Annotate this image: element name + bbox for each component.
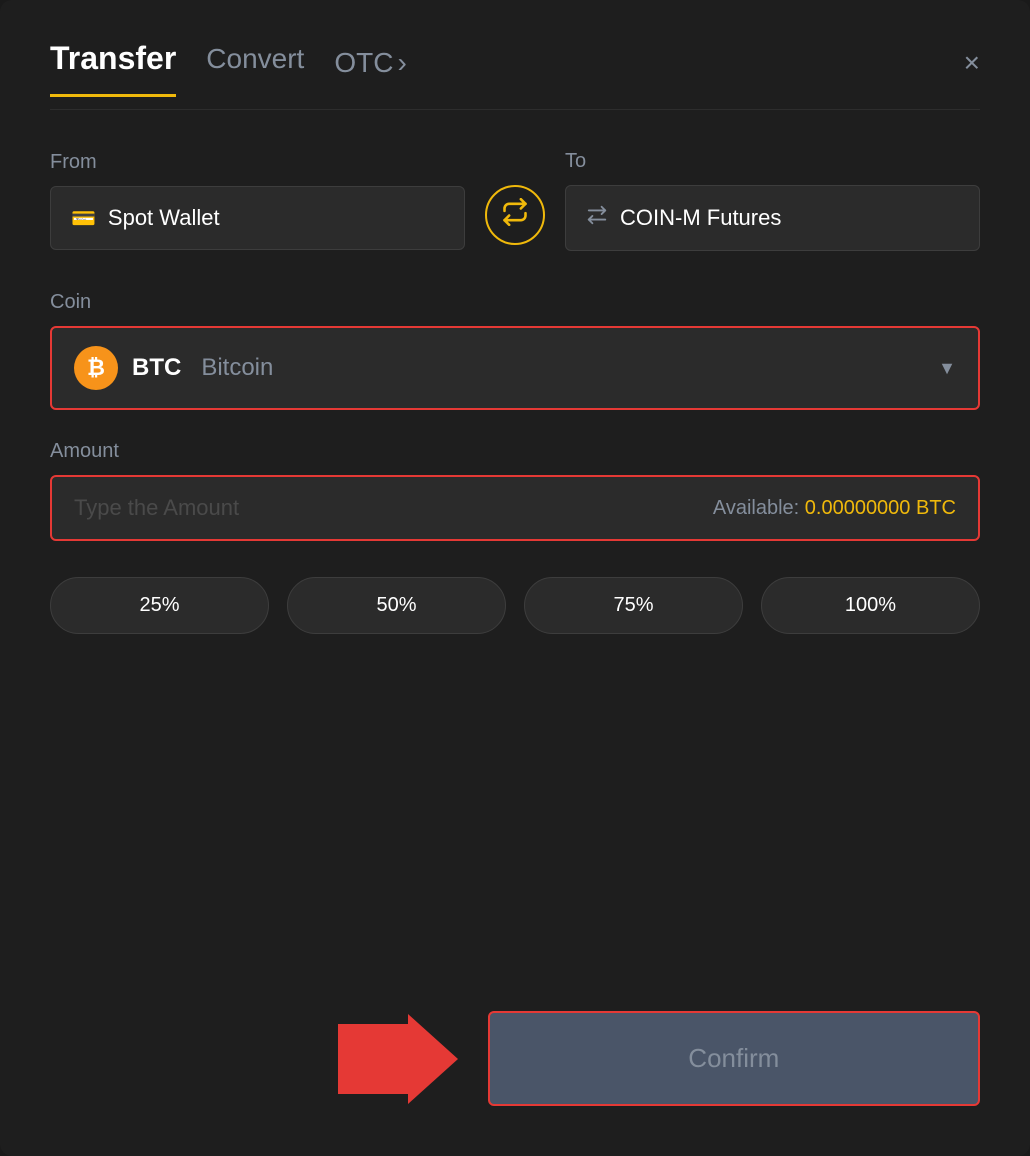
wallet-icon: 💳: [71, 206, 96, 231]
to-group: To COIN-M Futures: [565, 150, 980, 251]
arrow-indicator: [50, 1014, 458, 1104]
coin-name: Bitcoin: [201, 354, 273, 382]
from-wallet-selector[interactable]: 💳 Spot Wallet: [50, 186, 465, 250]
from-wallet-name: Spot Wallet: [108, 205, 220, 231]
chevron-down-icon: ▼: [938, 358, 956, 379]
pct-100-button[interactable]: 100%: [761, 577, 980, 634]
tab-convert[interactable]: Convert: [206, 43, 304, 83]
to-label: To: [565, 150, 980, 173]
nav-tabs: Transfer Convert OTC ›: [50, 40, 934, 85]
pct-25-button[interactable]: 25%: [50, 577, 269, 634]
available-text: Available: 0.00000000 BTC: [713, 497, 956, 520]
amount-section: Amount Available: 0.00000000 BTC: [50, 440, 980, 541]
btc-icon: ₿: [74, 346, 118, 390]
confirm-button[interactable]: Confirm: [488, 1011, 980, 1106]
swap-button[interactable]: [485, 185, 545, 245]
coin-symbol: BTC: [132, 354, 181, 382]
transfer-modal: Transfer Convert OTC › × From 💳 Spot Wal…: [0, 0, 1030, 1156]
amount-input-box: Available: 0.00000000 BTC: [50, 475, 980, 541]
to-wallet-selector[interactable]: COIN-M Futures: [565, 185, 980, 251]
amount-label: Amount: [50, 440, 980, 463]
pct-50-button[interactable]: 50%: [287, 577, 506, 634]
from-label: From: [50, 151, 465, 174]
tab-transfer[interactable]: Transfer: [50, 40, 176, 85]
close-button[interactable]: ×: [964, 47, 980, 79]
modal-header: Transfer Convert OTC › ×: [50, 40, 980, 85]
pct-75-button[interactable]: 75%: [524, 577, 743, 634]
amount-input[interactable]: [74, 495, 274, 521]
percentage-buttons: 25% 50% 75% 100%: [50, 577, 980, 634]
coin-label: Coin: [50, 291, 980, 314]
red-arrow-icon: [338, 1014, 458, 1104]
to-wallet-name: COIN-M Futures: [620, 205, 781, 231]
available-value: 0.00000000 BTC: [805, 497, 956, 519]
from-to-section: From 💳 Spot Wallet To: [50, 150, 980, 251]
tab-otc[interactable]: OTC ›: [334, 47, 406, 79]
from-group: From 💳 Spot Wallet: [50, 151, 465, 250]
swap-icon: [501, 198, 529, 232]
bottom-section: Confirm: [50, 991, 980, 1106]
header-divider: [50, 109, 980, 110]
coin-selector[interactable]: ₿ BTC Bitcoin ▼: [50, 326, 980, 410]
coin-section: Coin ₿ BTC Bitcoin ▼: [50, 291, 980, 410]
futures-icon: [586, 204, 608, 232]
